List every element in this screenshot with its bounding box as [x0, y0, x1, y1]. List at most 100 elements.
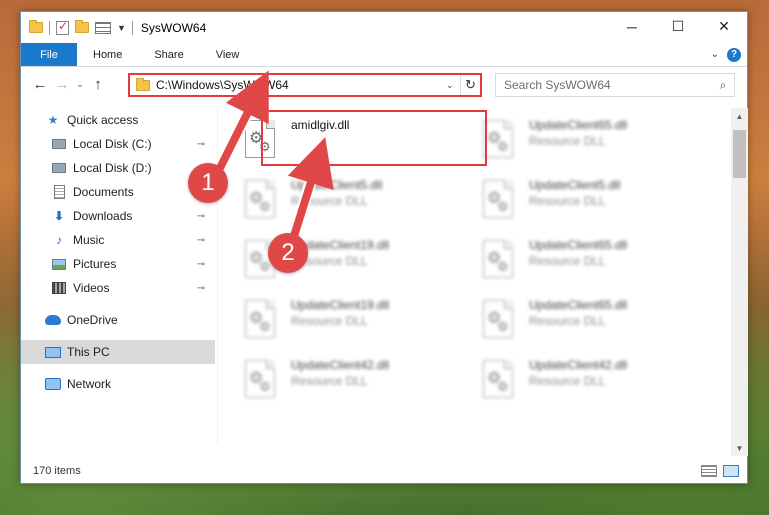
file-item[interactable]: ⚙ ⚙ UpdateClient65.dll Resource DLL	[481, 296, 627, 352]
up-button[interactable]: ↑	[87, 76, 109, 93]
address-dropdown-chevron-icon[interactable]: ⌄	[446, 80, 460, 91]
recent-locations-button[interactable]: ⌄	[73, 79, 87, 90]
file-name: UpdateClient65.dll	[529, 238, 628, 252]
file-item[interactable]: ⚙ ⚙ UpdateClient65.dll Resource DLL	[481, 236, 627, 292]
expand-ribbon-chevron-icon[interactable]: ⌄	[711, 49, 719, 60]
sidebar-item-pictures[interactable]: Pictures ⊸	[21, 252, 215, 276]
toolbar-separator	[49, 20, 50, 35]
pin-icon[interactable]: ⊸	[197, 259, 205, 270]
pin-icon[interactable]: ⊸	[197, 211, 205, 222]
file-name: UpdateClient65.dll	[529, 118, 628, 132]
address-bar[interactable]: C:\Windows\SysWOW64 ⌄ ↻	[128, 73, 482, 97]
address-path[interactable]: C:\Windows\SysWOW64	[156, 78, 446, 92]
file-type: Resource DLL	[291, 374, 368, 388]
sidebar-item-label: Network	[67, 377, 112, 391]
large-icons-view-icon[interactable]	[723, 465, 739, 477]
sidebar-item-label: Music	[73, 233, 105, 247]
tab-file[interactable]: File	[21, 43, 77, 66]
file-type: Resource DLL	[529, 194, 606, 208]
sidebar-item-music[interactable]: ♪ Music ⊸	[21, 228, 215, 252]
step-1-badge: 1	[188, 163, 228, 203]
tab-view[interactable]: View	[200, 43, 256, 66]
sidebar-item-videos[interactable]: Videos ⊸	[21, 276, 215, 300]
file-name: UpdateClient19.dll	[291, 298, 390, 312]
sidebar-item-label: Downloads	[73, 209, 133, 223]
search-input[interactable]: Search SysWOW64	[496, 78, 712, 92]
file-type: Resource DLL	[291, 194, 368, 208]
dll-file-icon: ⚙ ⚙	[481, 300, 515, 340]
computer-icon	[45, 345, 61, 359]
sidebar-item-quick-access[interactable]: ★ Quick access	[21, 108, 215, 132]
dll-file-icon: ⚙ ⚙	[481, 360, 515, 400]
search-box[interactable]: Search SysWOW64 ⌕	[495, 73, 735, 97]
back-button[interactable]: ←	[29, 76, 51, 93]
sidebar-item-label: OneDrive	[67, 313, 118, 327]
file-item[interactable]: ⚙ ⚙ UpdateClient42.dll Resource DLL	[243, 356, 389, 412]
vertical-scrollbar[interactable]: ▲ ▼	[731, 108, 748, 456]
videos-icon	[51, 281, 67, 295]
ribbon-tabs: File Home Share View ⌄ ?	[21, 43, 747, 67]
pictures-icon	[51, 257, 67, 271]
file-item[interactable]: ⚙ ⚙ UpdateClient5.dll Resource DLL	[481, 176, 620, 232]
refresh-button[interactable]: ↻	[460, 75, 480, 95]
file-item[interactable]: ⚙ ⚙ UpdateClient42.dll Resource DLL	[481, 356, 627, 412]
scrollbar-thumb[interactable]	[733, 130, 746, 178]
new-folder-icon[interactable]	[75, 20, 89, 33]
sidebar-item-local-disk-c[interactable]: Local Disk (C:) ⊸	[21, 132, 215, 156]
network-icon	[45, 377, 61, 391]
scroll-down-arrow-icon[interactable]: ▼	[731, 440, 748, 456]
details-view-icon[interactable]	[701, 465, 717, 477]
pin-icon[interactable]: ⊸	[197, 283, 205, 294]
dll-file-icon: ⚙ ⚙	[481, 240, 515, 280]
view-options-icon[interactable]	[95, 21, 111, 34]
file-item[interactable]: ⚙ ⚙ UpdateClient19.dll Resource DLL	[243, 296, 389, 352]
search-icon[interactable]: ⌕	[712, 78, 734, 93]
file-item[interactable]: ⚙ ⚙ UpdateClient5.dll Resource DLL	[243, 176, 382, 232]
minimize-button[interactable]: ─	[609, 12, 655, 41]
pane-divider[interactable]	[217, 108, 218, 444]
sidebar-item-label: Documents	[73, 185, 134, 199]
quick-access-toolbar: ▼	[21, 12, 133, 43]
pin-icon[interactable]: ⊸	[197, 139, 205, 150]
sidebar-item-local-disk-d[interactable]: Local Disk (D:)	[21, 156, 215, 180]
status-bar: 170 items	[21, 459, 747, 483]
file-name: UpdateClient42.dll	[529, 358, 628, 372]
navigation-pane: ★ Quick access Local Disk (C:) ⊸ Local D…	[21, 108, 215, 444]
sidebar-item-this-pc[interactable]: This PC	[21, 340, 215, 364]
file-type: Resource DLL	[529, 374, 606, 388]
sidebar-item-label: Pictures	[73, 257, 117, 271]
dll-file-icon: ⚙ ⚙	[243, 300, 277, 340]
folder-icon	[29, 20, 43, 33]
step-2-badge: 2	[268, 233, 308, 273]
file-type: Resource DLL	[291, 314, 368, 328]
file-name: UpdateClient5.dll	[529, 178, 621, 192]
sidebar-item-downloads[interactable]: ⬇ Downloads ⊸	[21, 204, 215, 228]
explorer-window: ▼ SysWOW64 ─ ☐ ✕ File Home Share View ⌄ …	[20, 11, 748, 484]
file-type: Resource DLL	[529, 254, 606, 268]
maximize-button[interactable]: ☐	[655, 12, 701, 41]
sidebar-item-network[interactable]: Network	[21, 372, 215, 396]
title-bar: ▼ SysWOW64 ─ ☐ ✕	[21, 12, 747, 43]
item-count: 170 items	[33, 465, 81, 477]
customize-toolbar-chevron-icon[interactable]: ▼	[117, 23, 126, 33]
help-icon[interactable]: ?	[727, 47, 741, 62]
music-icon: ♪	[56, 233, 62, 247]
sidebar-item-onedrive[interactable]: OneDrive	[21, 308, 215, 332]
file-name: UpdateClient42.dll	[291, 358, 390, 372]
tab-share[interactable]: Share	[138, 43, 199, 66]
scroll-up-arrow-icon[interactable]: ▲	[731, 108, 748, 124]
pin-icon[interactable]: ⊸	[197, 235, 205, 246]
tab-home[interactable]: Home	[77, 43, 138, 66]
file-item[interactable]: ⚙ ⚙ UpdateClient65.dll Resource DLL	[481, 116, 627, 172]
forward-button[interactable]: →	[51, 76, 73, 93]
window-title: SysWOW64	[140, 20, 207, 35]
sidebar-item-label: Local Disk (D:)	[73, 161, 152, 175]
file-highlight-box	[261, 110, 487, 166]
onedrive-icon	[45, 313, 61, 327]
file-type: Resource DLL	[529, 134, 606, 148]
properties-icon[interactable]	[56, 19, 69, 35]
file-name: UpdateClient65.dll	[529, 298, 628, 312]
sidebar-item-documents[interactable]: Documents	[21, 180, 215, 204]
file-item[interactable]: ⚙ ⚙ UpdateClient19.dll Resource DLL	[243, 236, 389, 292]
close-button[interactable]: ✕	[701, 12, 747, 41]
